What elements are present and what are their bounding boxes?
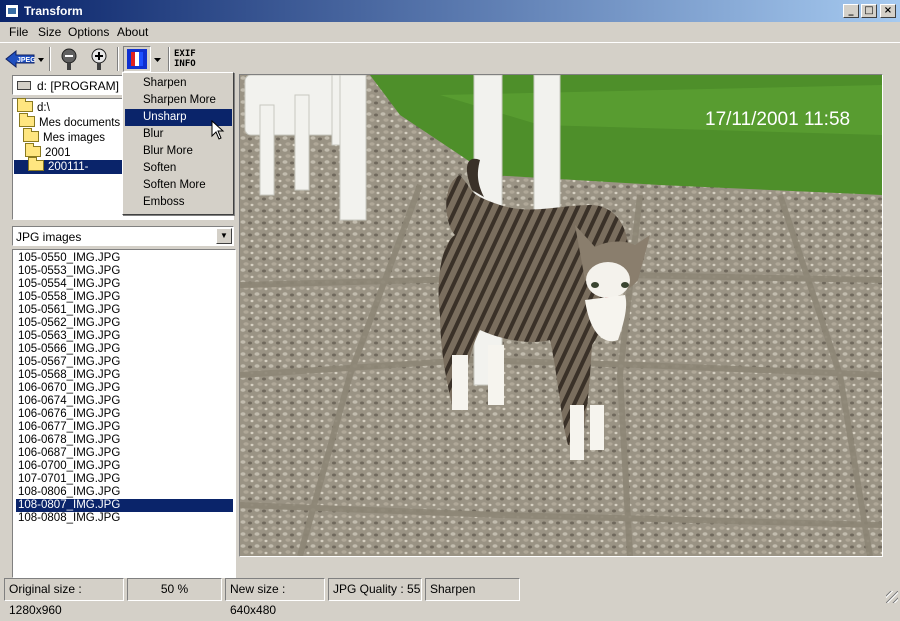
list-item[interactable]: 105-0567_IMG.JPG [16, 356, 233, 369]
folder-open-icon [23, 128, 39, 142]
menu-item-blur-more[interactable]: Blur More [125, 143, 232, 160]
menu-size[interactable]: Size [38, 25, 61, 39]
folder-open-icon [28, 157, 44, 171]
mouse-cursor-icon [211, 120, 225, 140]
file-type-value: JPG images [16, 230, 82, 244]
list-item[interactable]: 105-0558_IMG.JPG [16, 291, 233, 304]
menu-item-emboss[interactable]: Emboss [125, 194, 232, 211]
list-item[interactable]: 106-0678_IMG.JPG [16, 434, 233, 447]
photo-cat: 17/11/2001 11:58 [240, 75, 882, 556]
zoom-in-button[interactable] [86, 46, 112, 72]
filter-dropdown-button[interactable] [152, 46, 164, 72]
list-item[interactable]: 106-0670_IMG.JPG [16, 382, 233, 395]
app-icon [5, 4, 19, 18]
list-item[interactable]: 105-0561_IMG.JPG [16, 304, 233, 317]
menu-file[interactable]: File [9, 25, 28, 39]
toolbar-separator [117, 47, 119, 71]
status-filter: Sharpen [425, 578, 520, 601]
transform-window: Transform _ □ × File Size Options About … [0, 0, 900, 617]
toolbar: JPEG EXIF INFO [0, 42, 900, 74]
resize-grip[interactable] [886, 591, 898, 603]
list-item[interactable]: 106-0700_IMG.JPG [16, 460, 233, 473]
menu-item-sharpen-more[interactable]: Sharpen More [125, 92, 232, 109]
file-type-select[interactable]: JPG images ▼ [12, 226, 234, 246]
zoom-in-icon [91, 48, 107, 70]
list-item[interactable]: 105-0563_IMG.JPG [16, 330, 233, 343]
svg-text:JPEG: JPEG [17, 57, 36, 64]
filter-icon [127, 49, 147, 69]
toolbar-separator [49, 47, 51, 71]
filter-button[interactable] [123, 46, 151, 72]
image-preview[interactable]: 17/11/2001 11:58 [239, 74, 883, 557]
list-item[interactable]: 106-0674_IMG.JPG [16, 395, 233, 408]
folder-open-icon [19, 113, 35, 127]
toolbar-separator [168, 47, 170, 71]
minimize-button[interactable]: _ [843, 4, 859, 18]
list-item[interactable]: 107-0701_IMG.JPG [16, 473, 233, 486]
list-item[interactable]: 105-0562_IMG.JPG [16, 317, 233, 330]
menu-item-soften[interactable]: Soften [125, 160, 232, 177]
list-item[interactable]: 106-0676_IMG.JPG [16, 408, 233, 421]
status-new-size: New size : 640x480 [225, 578, 325, 617]
status-original-size: Original size : 1280x960 [4, 578, 124, 617]
file-list[interactable]: 105-0550_IMG.JPG 105-0553_IMG.JPG 105-05… [12, 249, 236, 578]
chevron-down-icon[interactable]: ▼ [216, 228, 232, 244]
zoom-out-button[interactable] [56, 46, 82, 72]
menu-item-soften-more[interactable]: Soften More [125, 177, 232, 194]
list-item[interactable]: 105-0568_IMG.JPG [16, 369, 233, 382]
list-item[interactable]: 105-0554_IMG.JPG [16, 278, 233, 291]
exif-info-icon: EXIF INFO [174, 49, 196, 69]
zoom-out-icon [61, 48, 77, 70]
filter-menu: Sharpen Sharpen More Unsharp Blur Blur M… [122, 72, 234, 215]
window-title: Transform [24, 4, 83, 18]
menu-item-sharpen[interactable]: Sharpen [125, 75, 232, 92]
drive-icon [17, 81, 31, 90]
list-item[interactable]: 105-0553_IMG.JPG [16, 265, 233, 278]
jpeg-open-icon: JPEG [5, 49, 44, 69]
folder-open-icon [25, 143, 41, 157]
photo-timestamp: 17/11/2001 11:58 [705, 109, 850, 130]
tree-item-mes-images[interactable]: Mes images [23, 128, 105, 145]
list-item-selected[interactable]: 108-0807_IMG.JPG [15, 498, 234, 513]
list-item[interactable]: 106-0687_IMG.JPG [16, 447, 233, 460]
menu-options[interactable]: Options [68, 25, 109, 39]
folder-open-icon [17, 98, 33, 112]
close-button[interactable]: × [880, 4, 896, 18]
title-bar[interactable]: Transform _ □ × [0, 0, 900, 22]
tree-item-mes-documents[interactable]: Mes documents [19, 113, 120, 130]
status-bar: Original size : 1280x960 50 % New size :… [0, 577, 900, 617]
list-item[interactable]: 106-0677_IMG.JPG [16, 421, 233, 434]
list-item[interactable]: 105-0566_IMG.JPG [16, 343, 233, 356]
list-item[interactable]: 108-0808_IMG.JPG [16, 512, 233, 525]
drive-value: d: [PROGRAM] [37, 79, 120, 93]
jpeg-open-button[interactable]: JPEG [4, 46, 44, 72]
maximize-button[interactable]: □ [861, 4, 877, 18]
list-item[interactable]: 108-0806_IMG.JPG [16, 486, 233, 499]
exif-info-button[interactable]: EXIF INFO [174, 46, 204, 72]
list-item[interactable]: 105-0550_IMG.JPG [16, 252, 233, 265]
chevron-down-icon [154, 58, 161, 62]
menu-about[interactable]: About [117, 25, 148, 39]
menu-bar: File Size Options About [0, 22, 900, 42]
status-jpg-quality: JPG Quality : 55 [328, 578, 422, 601]
tree-item-200111-auvers[interactable]: 200111-Auvers [14, 157, 122, 187]
status-zoom: 50 % [127, 578, 222, 601]
